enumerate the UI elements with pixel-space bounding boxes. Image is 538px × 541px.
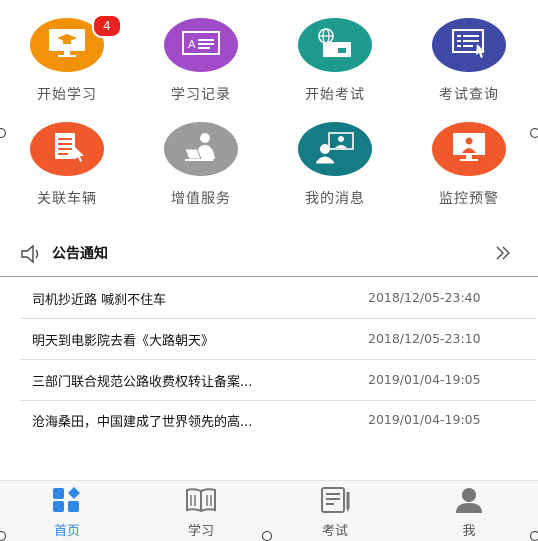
tab-exam[interactable]: 考试 (268, 481, 402, 541)
value-added-circle (164, 122, 238, 176)
list-item[interactable]: 三部门联合规范公路收费权转让备案... 2019/01/04-19:05 (20, 360, 536, 401)
person-laptop-icon (179, 129, 223, 169)
list-item[interactable]: 沧海桑田，中国建成了世界领先的高... 2019/01/04-19:05 (20, 400, 536, 440)
list-item[interactable]: 司机抄近路 喊刹不住车 2018/12/05-23:40 (20, 278, 536, 319)
news-title: 明天到电影院去看《大路朝天》 (32, 334, 215, 349)
study-record-circle: A (164, 18, 238, 72)
my-messages-circle (298, 122, 372, 176)
news-time: 2019/01/04-19:05 (368, 412, 481, 427)
grid-item-label: 考试查询 (439, 87, 499, 103)
tab-label: 我 (462, 524, 476, 539)
news-time: 2019/01/04-19:05 (368, 372, 481, 387)
notice-header: 公告通知 (0, 232, 538, 277)
globe-exam-card-icon (313, 26, 357, 64)
news-title: 三部门联合规范公路收费权转让备案... (32, 375, 253, 390)
exam-paper-icon (268, 486, 402, 518)
tab-label: 学习 (187, 524, 214, 539)
grid-item-label: 关联车辆 (37, 191, 97, 207)
grid-item-linked-vehicle[interactable]: 关联车辆 (0, 122, 134, 208)
monitor-graduation-cap-icon (45, 26, 89, 64)
person-icon (402, 486, 536, 518)
news-title: 司机抄近路 喊刹不住车 (32, 293, 167, 308)
right-edge-handle (530, 128, 538, 138)
document-cursor-icon (447, 26, 491, 64)
grid-item-study-record[interactable]: A 学习记录 (134, 18, 268, 104)
notification-badge: 4 (92, 14, 122, 38)
tab-home[interactable]: 首页 (0, 481, 134, 541)
grid-item-label: 监控预警 (439, 191, 499, 207)
news-time: 2018/12/05-23:40 (368, 290, 481, 305)
news-title: 沧海桑田，中国建成了世界领先的高... (32, 415, 253, 430)
grid-item-label: 我的消息 (305, 191, 365, 207)
book-icon (134, 486, 268, 518)
grid-item-label: 学习记录 (171, 87, 231, 103)
video-call-icon (313, 129, 357, 169)
grid-item-start-study[interactable]: 4 开始学习 (0, 14, 134, 104)
grid-item-exam-query[interactable]: 考试查询 (402, 18, 536, 104)
id-card-icon: A (179, 28, 223, 62)
speaker-icon (20, 244, 46, 268)
news-time: 2018/12/05-23:10 (368, 331, 481, 346)
grid-item-my-messages[interactable]: 我的消息 (268, 122, 402, 208)
monitor-alert-circle (432, 122, 506, 176)
grid-item-value-added[interactable]: 增值服务 (134, 122, 268, 208)
svg-text:A: A (188, 38, 196, 51)
tab-label: 首页 (53, 524, 80, 539)
linked-vehicle-circle (30, 122, 104, 176)
grid-item-start-exam[interactable]: 开始考试 (268, 18, 402, 104)
start-study-circle: 4 (30, 14, 122, 72)
grid-item-label: 开始学习 (37, 87, 97, 103)
exam-query-circle (432, 18, 506, 72)
list-item[interactable]: 明天到电影院去看《大路朝天》 2018/12/05-23:10 (20, 319, 536, 360)
grid-item-label: 增值服务 (171, 191, 231, 207)
tab-study[interactable]: 学习 (134, 481, 268, 541)
grid-item-monitor-alert[interactable]: 监控预警 (402, 122, 536, 208)
home-grid-icon (0, 486, 134, 518)
document-pointer-icon (45, 129, 89, 169)
double-chevron-right-icon[interactable] (494, 244, 512, 266)
start-exam-circle (298, 18, 372, 72)
notice-title: 公告通知 (52, 246, 108, 262)
monitor-person-icon (447, 129, 491, 169)
grid-item-label: 开始考试 (305, 87, 365, 103)
tab-label: 考试 (321, 524, 348, 539)
tab-me[interactable]: 我 (402, 481, 536, 541)
